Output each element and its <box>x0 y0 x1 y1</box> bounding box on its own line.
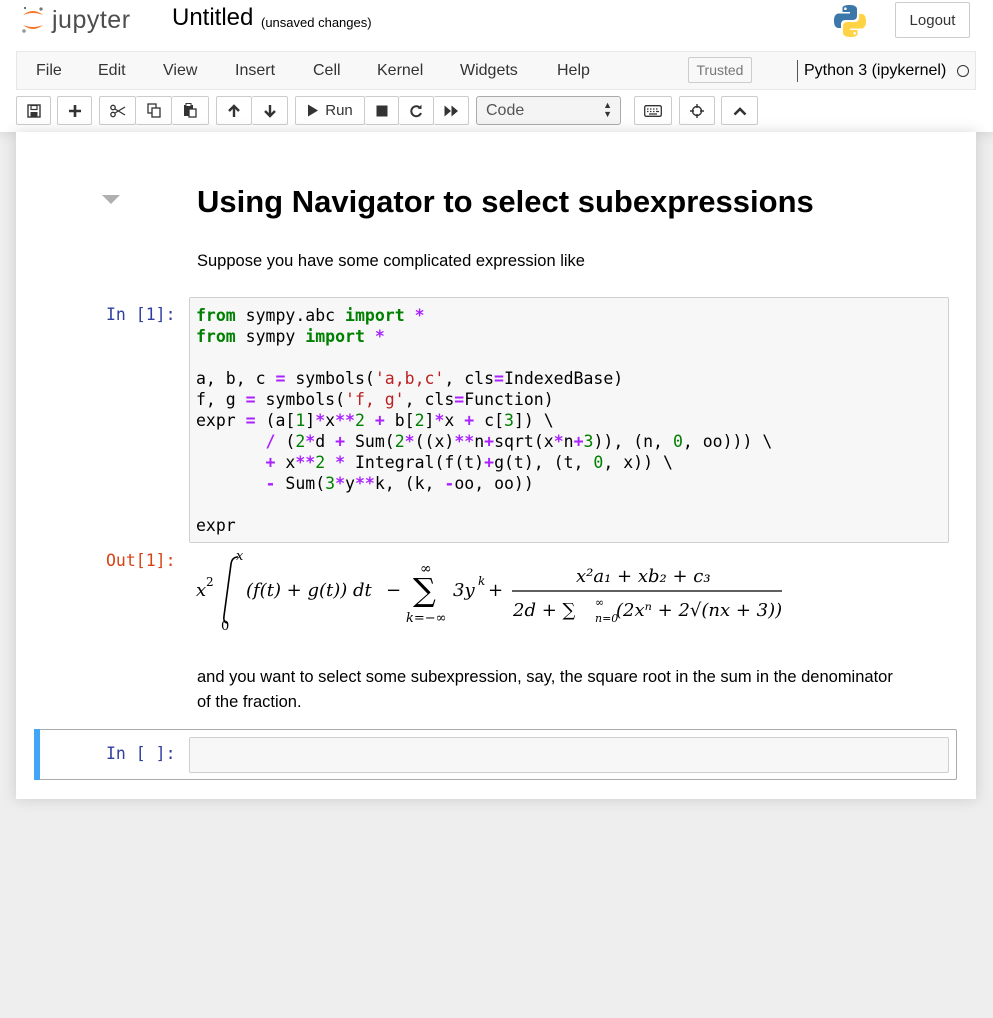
jupyter-logo-icon <box>22 6 43 33</box>
math-output[interactable]: x 2 x 0 (f(t) + g(t)) dt − ∞ ∑ k=−∞ 3y k… <box>196 552 796 636</box>
restart-icon <box>410 104 422 117</box>
denominator-body: (2xⁿ + 2√(nx + 3)) <box>616 600 782 621</box>
notebook-name[interactable]: Untitled <box>172 4 253 32</box>
code-text[interactable]: from sympy.abc import * from sympy impor… <box>196 305 948 536</box>
kernel-idle-icon <box>957 65 969 77</box>
restart-button[interactable] <box>399 96 434 125</box>
markdown-paragraph: Suppose you have some complicated expres… <box>197 252 585 270</box>
cell-type-select[interactable]: Code ▲ ▼ <box>476 96 621 125</box>
input-prompt: In [1]: <box>106 305 176 324</box>
integrand: (f(t) + g(t)) dt <box>246 580 373 601</box>
jupyter-logo[interactable]: jupyter <box>20 4 131 36</box>
copy-button[interactable] <box>136 96 172 125</box>
crosshair-icon <box>690 103 704 118</box>
move-down-button[interactable] <box>252 96 288 125</box>
integral-sign-icon <box>223 556 239 624</box>
cell-type-value: Code <box>486 102 525 119</box>
select-arrows-icon: ▲ ▼ <box>603 100 612 119</box>
command-palette-button[interactable] <box>634 96 672 125</box>
paste-icon <box>184 103 197 118</box>
chevron-up-icon <box>733 106 746 115</box>
menu-help[interactable]: Help <box>557 62 590 80</box>
integral-lower: 0 <box>221 619 229 634</box>
python-logo-icon <box>832 3 868 44</box>
markdown-heading: Using Navigator to select subexpressions <box>197 184 814 219</box>
save-button[interactable] <box>16 96 51 125</box>
save-status: (unsaved changes) <box>261 15 372 30</box>
input-prompt-empty: In [ ]: <box>106 744 176 763</box>
menubar: File Edit View Insert Cell Kernel Widget… <box>16 51 976 90</box>
sum-lower: k=−∞ <box>406 611 447 626</box>
restart-run-all-button[interactable] <box>434 96 469 125</box>
notebook-header: jupyter Untitled (unsaved changes) Logou… <box>0 0 993 132</box>
math-exp-2: 2 <box>206 575 214 589</box>
jupyter-logo-text: jupyter <box>52 5 131 34</box>
stop-icon <box>376 105 387 116</box>
collapse-heading-icon[interactable] <box>102 195 120 204</box>
arrow-up-icon <box>228 103 240 117</box>
insert-cell-button[interactable] <box>57 96 92 125</box>
copy-icon <box>146 103 161 118</box>
cut-icon <box>109 104 125 117</box>
denominator-prefix: 2d + ∑ <box>512 600 576 621</box>
sigma-icon: ∑ <box>413 571 436 609</box>
menu-insert[interactable]: Insert <box>235 62 275 80</box>
run-icon <box>308 104 319 117</box>
empty-code-input[interactable] <box>189 737 949 773</box>
math-formula[interactable]: x 2 x 0 (f(t) + g(t)) dt − ∞ ∑ k=−∞ 3y k… <box>196 552 796 636</box>
denominator-sum-upper: ∞ <box>595 596 604 609</box>
collapse-button[interactable] <box>721 96 758 125</box>
plus-icon <box>68 104 81 117</box>
run-button[interactable]: Run <box>295 96 365 125</box>
fast-forward-icon <box>444 105 458 116</box>
sum-term: 3y <box>453 580 475 601</box>
paste-button[interactable] <box>172 96 209 125</box>
interrupt-button[interactable] <box>365 96 399 125</box>
kernel-name[interactable]: Python 3 (ipykernel) <box>797 60 946 82</box>
fraction-numerator: x²a₁ + xb₂ + c₃ <box>576 566 711 587</box>
sum-exponent: k <box>478 574 485 588</box>
keyboard-icon <box>644 104 662 117</box>
run-label: Run <box>325 102 353 119</box>
math-x-squared: x <box>196 580 206 601</box>
menu-file[interactable]: File <box>36 62 62 80</box>
denominator-sum-lower: n=0 <box>595 612 618 625</box>
cut-button[interactable] <box>99 96 136 125</box>
output-prompt: Out[1]: <box>106 551 176 570</box>
logout-button[interactable]: Logout <box>895 2 970 38</box>
move-up-button[interactable] <box>216 96 252 125</box>
arrow-down-icon <box>263 104 276 118</box>
menu-widgets[interactable]: Widgets <box>460 62 518 80</box>
menu-cell[interactable]: Cell <box>313 62 341 80</box>
integral-upper: x <box>236 552 244 564</box>
minus-sign: − <box>386 580 401 601</box>
navigator-button[interactable] <box>679 96 715 125</box>
markdown-paragraph-2: and you want to select some subexpressio… <box>197 668 893 711</box>
plus-sign: + <box>488 580 503 601</box>
menu-edit[interactable]: Edit <box>98 62 126 80</box>
selected-cell-indicator <box>34 729 40 780</box>
save-icon <box>26 103 41 118</box>
code-cell-input[interactable]: from sympy.abc import * from sympy impor… <box>189 297 949 543</box>
menu-view[interactable]: View <box>163 62 197 80</box>
menu-kernel[interactable]: Kernel <box>377 62 423 80</box>
trusted-indicator[interactable]: Trusted <box>688 57 752 83</box>
